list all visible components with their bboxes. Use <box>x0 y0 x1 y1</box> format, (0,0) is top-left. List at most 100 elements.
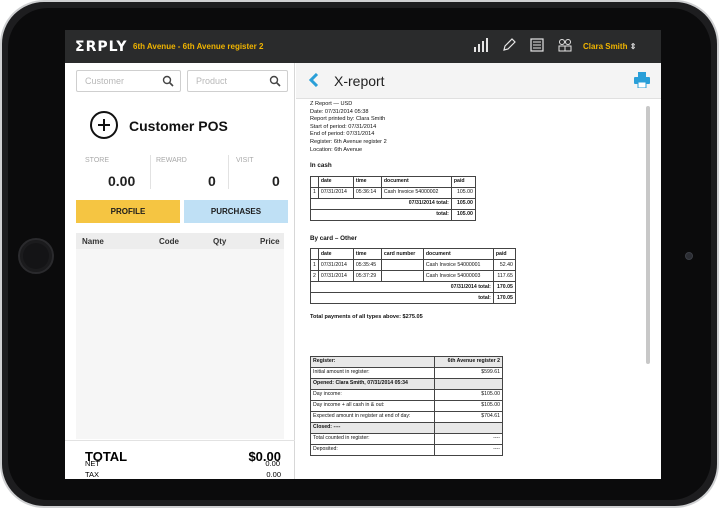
back-icon[interactable] <box>308 73 320 87</box>
summary-label: Day income + all cash in & out: <box>310 399 435 412</box>
col-code: Code <box>159 237 179 246</box>
brand-logo: ΣRPLY <box>75 39 128 55</box>
report-header-line: Register: 6th Avenue register 2 <box>310 138 387 145</box>
scrollbar[interactable] <box>646 106 650 364</box>
summary-row: Day income: $105.00 <box>310 388 503 401</box>
ipad-frame: ΣRPLY 6th Avenue - 6th Avenue register 2… <box>0 0 719 508</box>
report-panel: X-report Z Report — USD Date: 07/31/2014 … <box>296 63 661 479</box>
user-menu[interactable]: Clara Smith ⇕ <box>583 42 636 51</box>
tax-label: TAX <box>85 470 100 479</box>
col-qty: Qty <box>213 237 227 246</box>
table-row: 1 07/31/2014 05:36:14 Cash Invoice 54000… <box>310 186 476 199</box>
summary-label: Day income: <box>310 388 435 401</box>
product-search-input[interactable]: Product <box>187 70 288 92</box>
card-table: date time card number document paid 1 07… <box>310 248 516 305</box>
subtotal-label: 07/31/2014 total: <box>310 281 494 294</box>
report-header-line: Z Report — USD <box>310 101 353 107</box>
total-label: total: <box>310 292 494 305</box>
cash-col: date <box>317 175 354 188</box>
cash-col <box>310 175 319 188</box>
cash-col: time <box>352 175 382 188</box>
cell: 1 <box>310 186 319 199</box>
report-header-line: Start of period: 07/31/2014 <box>310 123 377 130</box>
report-document: Z Report — USD Date: 07/31/2014 05:38 Repo… <box>310 101 640 479</box>
table-row: 2 07/31/2014 05:37:29 Cash Invoice 54000… <box>310 270 516 283</box>
cash-col: document <box>380 175 452 188</box>
customer-title: Customer POS <box>129 118 228 134</box>
purchases-button[interactable]: PURCHASES <box>184 200 288 223</box>
report-header-lines: Z Report — USD Date: 07/31/2014 05:38 Repo… <box>310 101 640 154</box>
summary-label: Opened: Clara Smith, 07/31/2014 05:34 <box>310 377 435 390</box>
cell <box>380 270 424 283</box>
summary-row: Opened: Clara Smith, 07/31/2014 05:34 <box>310 377 503 390</box>
app-screen: ΣRPLY 6th Avenue - 6th Avenue register 2… <box>65 30 661 479</box>
cell: Cash Invoice 54000002 <box>380 186 452 199</box>
cell: Cash Invoice 54000003 <box>422 270 494 283</box>
cell: 117.65 <box>492 270 516 283</box>
total-label: total: <box>310 208 452 221</box>
report-header-line: Report printed by: Clara Smith <box>310 116 386 123</box>
cash-heading: In cash <box>310 162 332 170</box>
summary-value <box>434 421 503 434</box>
card-col: paid <box>492 248 516 261</box>
card-col: card number <box>380 248 424 261</box>
total-value: 105.00 <box>450 208 476 221</box>
cell: 05:36:14 <box>352 186 382 199</box>
search-icon <box>269 75 281 87</box>
col-price: Price <box>260 237 280 246</box>
summary-row: Expected amount in register at end of da… <box>310 410 503 423</box>
card-heading: By card – Other <box>310 234 357 242</box>
summary-value <box>434 377 503 390</box>
home-button[interactable] <box>18 238 54 274</box>
subtotal-label: 07/31/2014 total: <box>310 197 452 210</box>
cart-table-body <box>76 249 284 439</box>
cell: 52.40 <box>492 259 516 272</box>
add-customer-icon[interactable] <box>90 111 118 139</box>
cell: 1 <box>310 259 319 272</box>
toolbar-icons <box>473 38 575 54</box>
summary-row: Closed: ---- <box>310 421 503 434</box>
summary-row: Deposited: ---- <box>310 443 503 456</box>
summary-label: Closed: ---- <box>310 421 435 434</box>
summary-row: Initial amount in register: $599.61 <box>310 366 503 379</box>
summary-row: Day income + all cash in & out: $105.00 <box>310 399 503 412</box>
visit-label: VISIT <box>236 157 254 164</box>
cell: 07/31/2014 <box>317 186 354 199</box>
pencil-icon[interactable] <box>501 38 519 54</box>
report-header-line: Location: 6th Avenue <box>310 146 363 153</box>
summary-value: $704.61 <box>434 410 503 423</box>
summary-value: 6th Avenue register 2 <box>434 355 503 368</box>
report-header-line: End of period: 07/31/2014 <box>310 131 375 138</box>
report-header: X-report <box>296 63 661 99</box>
profile-button[interactable]: PROFILE <box>76 200 180 223</box>
subtotal-value: 105.00 <box>450 197 476 210</box>
user-name: Clara Smith <box>583 42 628 51</box>
summary-value: ---- <box>434 432 503 445</box>
camera <box>685 252 693 260</box>
report-header-line: Date: 07/31/2014 05:38 <box>310 108 369 115</box>
cell: 05:37:29 <box>352 270 382 283</box>
summary-value: $105.00 <box>434 388 503 401</box>
card-col: time <box>352 248 382 261</box>
customer-search-input[interactable]: Customer <box>76 70 181 92</box>
users-icon[interactable] <box>557 38 575 54</box>
print-icon[interactable] <box>634 72 650 88</box>
summary-row: Register: 6th Avenue register 2 <box>310 355 503 368</box>
report-title: X-report <box>334 73 385 89</box>
signal-icon[interactable] <box>473 38 491 54</box>
cell: Cash Invoice 54000001 <box>422 259 494 272</box>
subtotal-value: 170.05 <box>492 281 516 294</box>
list-icon[interactable] <box>529 38 547 54</box>
search-icon <box>162 75 174 87</box>
cash-table: date time document paid 1 07/31/2014 05:… <box>310 175 476 221</box>
summary-table: Register: 6th Avenue register 2 Initial am… <box>310 355 503 456</box>
reward-label: REWARD <box>156 157 187 164</box>
net-value: 0.00 <box>265 459 280 468</box>
top-bar: ΣRPLY 6th Avenue - 6th Avenue register 2… <box>65 30 661 63</box>
summary-value: $599.61 <box>434 366 503 379</box>
card-col <box>310 248 319 261</box>
table-row: 1 07/31/2014 05:35:45 Cash Invoice 54000… <box>310 259 516 272</box>
card-col: date <box>317 248 354 261</box>
total-payments: Total payments of all types above: $275.… <box>310 314 423 321</box>
summary-row: Total counted in register: ---- <box>310 432 503 445</box>
